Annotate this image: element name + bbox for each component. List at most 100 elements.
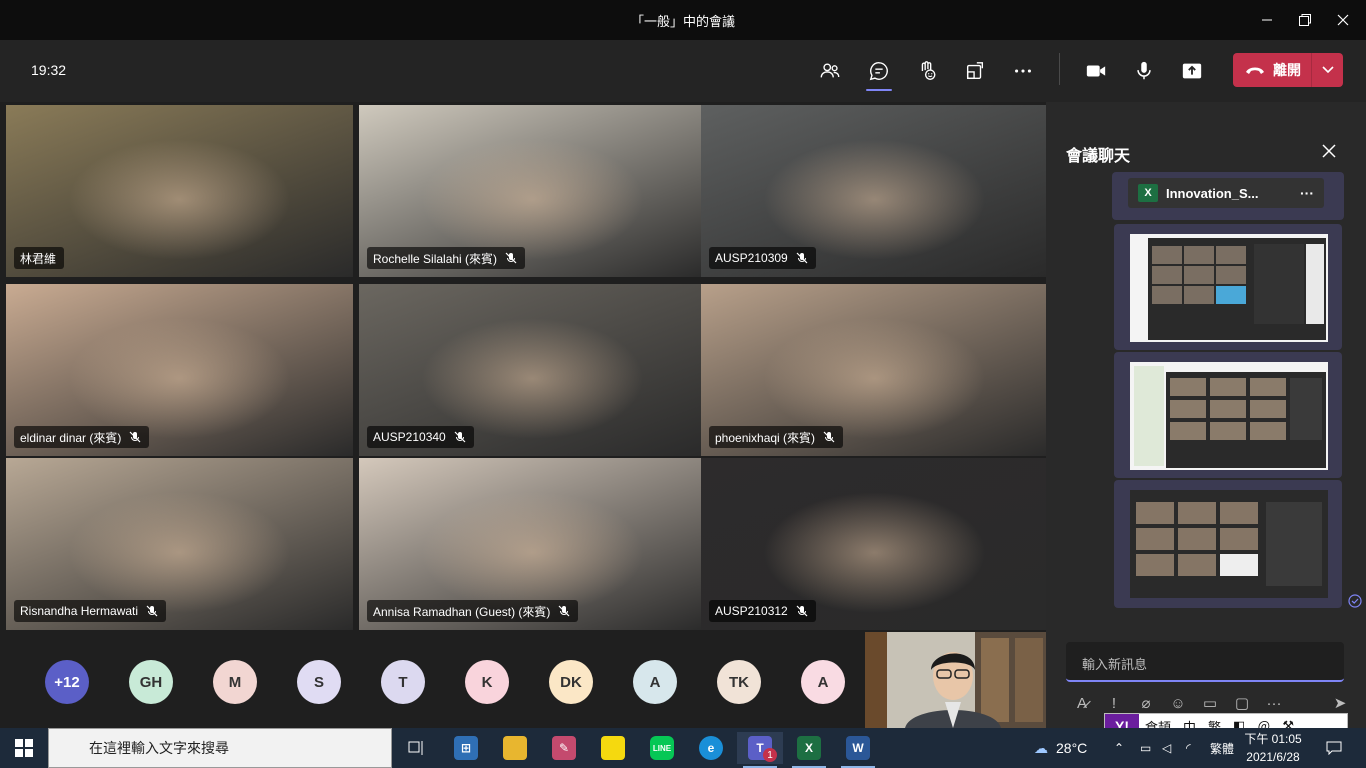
participant-avatar[interactable]: K (465, 660, 509, 704)
participant-video-tile[interactable]: eldinar dinar (來賓) (6, 284, 353, 456)
line-app-icon: LINE (650, 736, 674, 760)
taskbar-store[interactable]: ⊞ (443, 732, 489, 764)
breakout-rooms-icon (966, 62, 984, 80)
input-language-indicator[interactable]: 繁體 (1210, 728, 1234, 768)
weather-widget[interactable]: ☁ 28°C (1034, 728, 1087, 768)
mic-off-icon (505, 252, 517, 264)
participant-avatar[interactable]: M (213, 660, 257, 704)
screenshot-image (1130, 362, 1328, 470)
participant-avatar[interactable]: S (297, 660, 341, 704)
participant-name: 林君維 (20, 251, 57, 266)
participant-video-tile[interactable]: Risnandha Hermawati (6, 458, 353, 630)
wifi-icon[interactable]: ◜ (1186, 728, 1191, 768)
leave-meeting-button[interactable]: 離開 (1233, 53, 1343, 87)
share-screen-button[interactable] (1175, 54, 1209, 88)
taskbar-sticky-notes[interactable] (590, 732, 636, 764)
more-actions-button[interactable] (1006, 54, 1040, 88)
chat-toggle-button[interactable] (862, 54, 896, 91)
participants-button[interactable] (813, 54, 847, 88)
compose-toolbar: A̷ ! ⌀ ☺ ▭ ▢ ··· ➤ (1066, 692, 1356, 714)
taskbar-teams[interactable]: T 1 (737, 732, 783, 768)
close-chat-button[interactable] (1318, 140, 1340, 162)
screenshot-thumbnail[interactable] (1130, 490, 1328, 598)
taskbar-paint[interactable]: ✎ (541, 732, 587, 764)
participant-video-tile[interactable]: AUSP210340 (359, 284, 706, 456)
more-icon (1015, 69, 1031, 73)
mic-off-icon (823, 431, 835, 443)
participant-name-label: 林君維 (14, 247, 65, 269)
taskbar-word[interactable]: W (835, 732, 881, 768)
chat-message-input[interactable]: 輸入新訊息 (1066, 642, 1344, 682)
screenshot-thumbnail[interactable] (1130, 362, 1328, 470)
participant-avatar[interactable]: A (633, 660, 677, 704)
start-button[interactable] (0, 728, 48, 768)
participant-avatar[interactable]: DK (549, 660, 593, 704)
participant-name: AUSP210312 (715, 604, 788, 618)
folder-icon (503, 736, 527, 760)
mic-off-icon (454, 431, 466, 443)
tray-overflow-icon[interactable]: ⌃ (1114, 728, 1124, 768)
participant-video-tile[interactable]: 林君維 (6, 105, 353, 277)
taskbar-excel[interactable]: X (786, 732, 832, 768)
participant-name-label: phoenixhaqi (來賓) (709, 426, 844, 448)
rooms-button[interactable] (958, 54, 992, 88)
meeting-timer: 19:32 (31, 62, 67, 78)
participant-avatar[interactable]: GH (129, 660, 173, 704)
excel-icon: X (797, 736, 821, 760)
taskbar-clock[interactable]: 下午 01:05 2021/6/28 (1240, 730, 1306, 766)
camera-button[interactable] (1079, 54, 1113, 88)
important-icon[interactable]: ! (1098, 695, 1130, 712)
participant-avatar[interactable]: A (801, 660, 845, 704)
participant-video-tile[interactable]: AUSP210312 (701, 458, 1048, 630)
participant-name-label: Annisa Ramadhan (Guest) (來賓) (367, 600, 579, 622)
emoji-icon[interactable]: ☺ (1162, 695, 1194, 712)
taskbar-search-box[interactable]: 在這裡輸入文字來搜尋 (48, 728, 392, 768)
mic-off-icon (558, 605, 570, 617)
image-message-1[interactable] (1114, 224, 1342, 350)
file-attachment-card[interactable]: X Innovation_S... ··· (1112, 172, 1344, 220)
screenshot-thumbnail[interactable] (1130, 234, 1328, 342)
close-window-button[interactable] (1320, 0, 1366, 40)
sticker-icon[interactable]: ▢ (1226, 694, 1258, 712)
more-options-icon[interactable]: ··· (1258, 695, 1290, 712)
read-receipt-icon (1348, 594, 1362, 608)
leave-options-button[interactable] (1312, 66, 1343, 74)
attach-icon[interactable]: ⌀ (1130, 694, 1162, 712)
notification-center-button[interactable] (1326, 728, 1342, 768)
self-video-preview (865, 632, 1046, 728)
participant-video-tile[interactable]: Annisa Ramadhan (Guest) (來賓) (359, 458, 706, 630)
participant-name-label: AUSP210309 (709, 247, 816, 269)
participant-video-tile[interactable]: AUSP210309 (701, 105, 1048, 277)
format-icon[interactable]: A̷ (1066, 695, 1098, 712)
reactions-button[interactable] (910, 54, 944, 88)
participant-avatar[interactable]: T (381, 660, 425, 704)
mic-off-icon (796, 605, 808, 617)
edge-browser-icon: e (699, 736, 723, 760)
participant-video-tile[interactable]: Rochelle Silalahi (來賓) (359, 105, 706, 277)
teams-notification-badge: 1 (763, 748, 777, 762)
send-icon[interactable]: ➤ (1324, 694, 1356, 712)
image-message-2[interactable] (1114, 352, 1342, 478)
video-camera-icon (1086, 65, 1106, 77)
participant-name: AUSP210309 (715, 251, 788, 265)
clock-time: 下午 01:05 (1244, 732, 1302, 746)
taskbar-file-explorer[interactable] (492, 732, 538, 764)
image-message-3[interactable] (1114, 480, 1342, 608)
window-title: 「一般」中的會議 (630, 14, 735, 29)
file-more-icon[interactable]: ··· (1300, 185, 1314, 201)
network-icon[interactable]: ▭ (1140, 728, 1151, 768)
microphone-button[interactable] (1127, 54, 1161, 88)
task-view-button[interactable] (394, 732, 440, 764)
participant-video-tile[interactable]: phoenixhaqi (來賓) (701, 284, 1048, 456)
gif-icon[interactable]: ▭ (1194, 694, 1226, 712)
taskbar-edge[interactable]: e (688, 732, 734, 764)
volume-icon[interactable]: ◁ (1162, 728, 1171, 768)
leave-main[interactable]: 離開 (1233, 60, 1311, 80)
more-participants-button[interactable]: +12 (45, 660, 89, 704)
leave-label: 離開 (1273, 62, 1301, 78)
taskbar-line[interactable]: LINE (639, 732, 685, 764)
people-icon (820, 63, 840, 78)
screenshot-image (1130, 234, 1328, 342)
participant-avatar[interactable]: TK (717, 660, 761, 704)
microphone-icon (1137, 61, 1151, 80)
